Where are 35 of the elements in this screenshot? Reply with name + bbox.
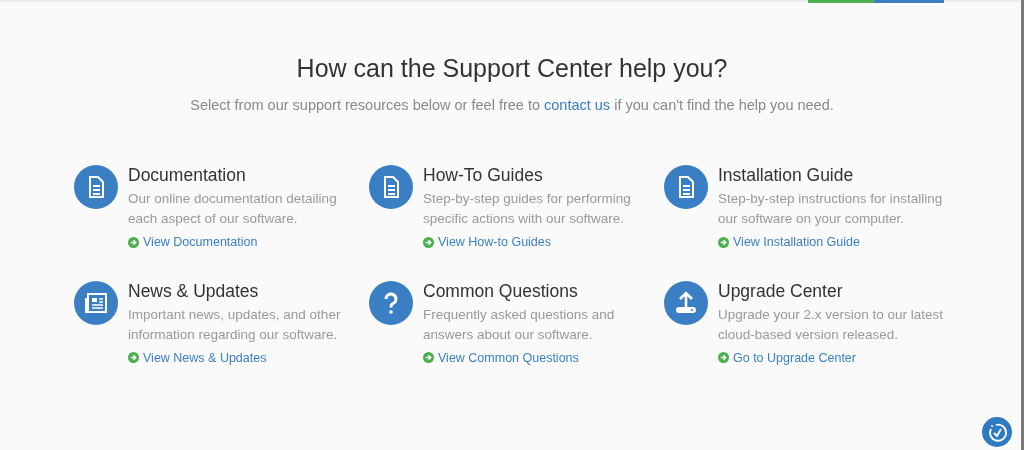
card-link[interactable]: View How-to Guides <box>423 235 551 249</box>
scrollbar[interactable] <box>1021 0 1024 450</box>
upload-icon <box>664 280 708 325</box>
card-title: Documentation <box>128 164 247 187</box>
page-heading: How can the Support Center help you? <box>295 54 729 83</box>
news-icon <box>74 280 118 325</box>
card-title: Upgrade Center <box>718 279 844 303</box>
arrow-icon <box>423 236 434 248</box>
question-icon <box>369 280 413 325</box>
card-description: Step-by-step instructions for installing our software on your computer. <box>718 190 944 228</box>
intro-text: Select from our support resources below or feel free to contact us if you can't find the help you need. <box>189 97 835 113</box>
card-link[interactable]: View Documentation <box>128 235 258 249</box>
arrow-icon <box>128 352 139 363</box>
card-description: Frequently asked questions and answers about our software. <box>423 305 616 344</box>
card-description: Upgrade your 2.x version to our latest cloud-based version released. <box>718 305 945 344</box>
card-description: Our online documentation detailing each aspect of our software. <box>128 190 338 228</box>
document-icon <box>369 165 413 209</box>
contact-link[interactable]: contact us <box>544 97 611 113</box>
card-title: News & Updates <box>128 279 260 303</box>
card-title: Installation Guide <box>718 164 855 187</box>
accessibility-button[interactable] <box>982 417 1012 447</box>
document-icon <box>664 165 708 209</box>
card-description: Step-by-step guides for performing specific actions with our software. <box>423 190 632 228</box>
card-link[interactable]: Go to Upgrade Center <box>718 350 856 365</box>
document-icon <box>74 165 118 209</box>
card-link[interactable]: View News & Updates <box>128 350 267 365</box>
card-title: How-To Guides <box>423 164 544 187</box>
card-link[interactable]: View Common Questions <box>423 350 579 365</box>
arrow-icon <box>718 352 729 363</box>
card-title: Common Questions <box>423 279 579 303</box>
arrow-icon <box>423 352 434 363</box>
arrow-icon <box>128 236 139 248</box>
card-description: Important news, updates, and other information regarding our software. <box>128 305 342 344</box>
card-link[interactable]: View Installation Guide <box>718 235 860 249</box>
arrow-icon <box>718 236 729 248</box>
